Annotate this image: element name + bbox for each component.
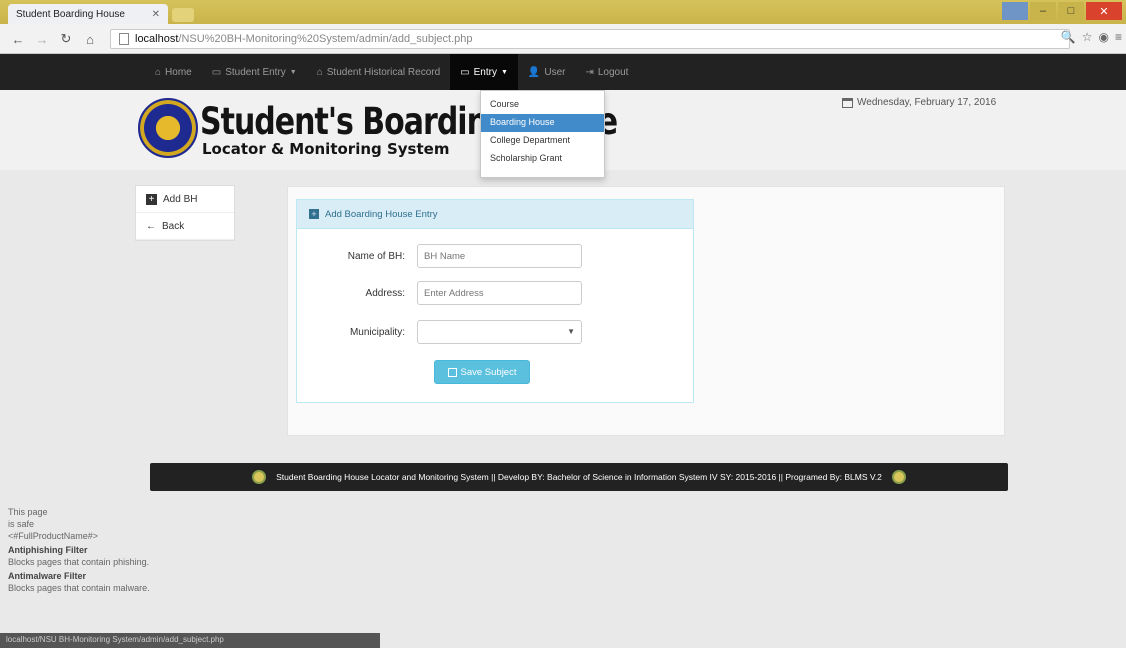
forward-arrow-icon[interactable]: →: [32, 30, 52, 48]
security-line-1: This page: [8, 507, 48, 517]
file-icon: ▭: [211, 66, 222, 78]
security-line-3: <#FullProductName#>: [8, 531, 99, 541]
dropdown-item-boarding-house[interactable]: Boarding House: [481, 114, 604, 132]
nav-entry[interactable]: ▭ Entry ▼: [450, 54, 518, 90]
side-menu: + Add BH ← Back: [135, 185, 235, 241]
extension-icon[interactable]: ◉: [1099, 30, 1109, 44]
date-display: Wednesday, February 17, 2016: [842, 97, 996, 108]
plus-square-icon: +: [309, 209, 319, 219]
url-bar[interactable]: localhost/NSU%20BH-Monitoring%20System/a…: [110, 29, 1070, 49]
back-link[interactable]: ← Back: [136, 213, 234, 240]
nav-home[interactable]: ⌂ Home: [145, 54, 202, 90]
add-bh-link[interactable]: + Add BH: [136, 186, 234, 213]
browser-status-bar: localhost/NSU BH-Monitoring System/admin…: [0, 633, 380, 648]
name-row: Name of BH:: [297, 244, 582, 268]
browser-tab[interactable]: Student Boarding House ✕: [8, 4, 168, 24]
url-path: /NSU%20BH-Monitoring%20System/admin/add_…: [178, 33, 473, 45]
plus-square-icon: +: [146, 193, 157, 205]
date-text: Wednesday, February 17, 2016: [857, 97, 997, 108]
caret-down-icon: ▼: [289, 68, 297, 76]
dropdown-item-college-department[interactable]: College Department: [481, 132, 604, 150]
site-navbar: ⌂ Home ▭ Student Entry ▼ ⌂ Student Historica…: [0, 54, 1126, 90]
site-footer: Student Boarding House Locator and Monit…: [150, 463, 1008, 491]
bh-name-input[interactable]: [417, 244, 582, 268]
back-label: Back: [162, 220, 185, 232]
nav-student-entry-label: Student Entry: [225, 66, 286, 78]
chevron-down-icon: ▼: [567, 327, 575, 336]
home-icon: ⌂: [316, 66, 323, 78]
seal-icon: [891, 470, 906, 484]
new-tab-button[interactable]: [172, 8, 194, 22]
site-subtitle: Locator & Monitoring System: [202, 140, 450, 158]
reload-icon[interactable]: ↻: [56, 30, 76, 48]
municipality-select[interactable]: ▼: [417, 320, 582, 344]
zoom-icon[interactable]: 🔍: [1061, 30, 1076, 44]
address-row: Address:: [297, 281, 582, 305]
dropdown-item-course[interactable]: Course: [481, 96, 604, 114]
address-input[interactable]: [417, 281, 582, 305]
page-icon: [119, 33, 129, 45]
nav-home-label: Home: [165, 66, 192, 78]
home-icon[interactable]: ⌂: [80, 30, 100, 48]
footer-text: Student Boarding House Locator and Monit…: [276, 472, 882, 482]
nav-user-label: User: [544, 66, 566, 78]
nav-logout[interactable]: ⇥ Logout: [575, 54, 638, 90]
save-icon: [447, 367, 457, 377]
security-line-2: is safe: [8, 519, 35, 529]
close-window-button[interactable]: ✕: [1086, 2, 1122, 20]
logout-icon: ⇥: [585, 66, 594, 78]
profile-button[interactable]: [1002, 2, 1028, 20]
tab-title: Student Boarding House: [16, 8, 125, 20]
nav-historical-record-label: Student Historical Record: [326, 66, 441, 78]
menu-icon[interactable]: ≡: [1115, 30, 1122, 44]
antimalware-desc: Blocks pages that contain malware.: [8, 583, 150, 593]
name-label: Name of BH:: [347, 250, 405, 262]
nav-entry-label: Entry: [473, 66, 497, 78]
back-arrow-icon[interactable]: ←: [8, 30, 28, 48]
caret-down-icon: ▼: [500, 68, 508, 76]
municipality-row: Municipality: ▼: [297, 320, 582, 344]
school-seal-logo: [138, 98, 198, 158]
tab-close-icon[interactable]: ✕: [152, 9, 160, 20]
maximize-button[interactable]: □: [1058, 2, 1084, 20]
toolbar-right: 🔍 ☆ ◉ ≡: [1061, 30, 1122, 44]
save-button[interactable]: Save Subject: [434, 360, 530, 384]
security-notice: This page is safe <#FullProductName#> An…: [8, 506, 150, 594]
nav-student-entry[interactable]: ▭ Student Entry ▼: [202, 54, 307, 90]
window-controls: – □ ✕: [1002, 2, 1122, 20]
seal-icon: [252, 470, 267, 484]
star-icon[interactable]: ☆: [1082, 30, 1093, 44]
nav-user[interactable]: 👤 User: [518, 54, 576, 90]
save-button-label: Save Subject: [460, 366, 517, 378]
municipality-label: Municipality:: [349, 326, 405, 338]
antiphishing-desc: Blocks pages that contain phishing.: [8, 557, 150, 567]
add-bh-label: Add BH: [163, 193, 198, 205]
file-icon: ▭: [460, 66, 470, 78]
home-icon: ⌂: [155, 66, 162, 78]
minimize-button[interactable]: –: [1030, 2, 1056, 20]
nav-logout-label: Logout: [597, 66, 629, 78]
calendar-icon: [842, 97, 853, 108]
user-icon: 👤: [527, 66, 541, 78]
entry-dropdown-menu: Course Boarding House College Department…: [480, 90, 605, 178]
browser-titlebar: Student Boarding House ✕ – □ ✕: [0, 0, 1126, 24]
url-host: localhost: [135, 33, 179, 45]
panel-heading: + Add Boarding House Entry: [297, 200, 693, 229]
antiphishing-title: Antiphishing Filter: [8, 545, 88, 555]
arrow-left-icon: ←: [146, 220, 156, 232]
address-label: Address:: [365, 287, 405, 299]
panel-title: Add Boarding House Entry: [325, 208, 438, 220]
add-bh-panel: + Add Boarding House Entry Name of BH: A…: [296, 199, 694, 403]
nav-historical-record[interactable]: ⌂ Student Historical Record: [307, 54, 450, 90]
browser-toolbar: ← → ↻ ⌂ localhost/NSU%20BH-Monitoring%20…: [0, 24, 1126, 54]
antimalware-title: Antimalware Filter: [8, 571, 87, 581]
dropdown-item-scholarship-grant[interactable]: Scholarship Grant: [481, 150, 604, 168]
